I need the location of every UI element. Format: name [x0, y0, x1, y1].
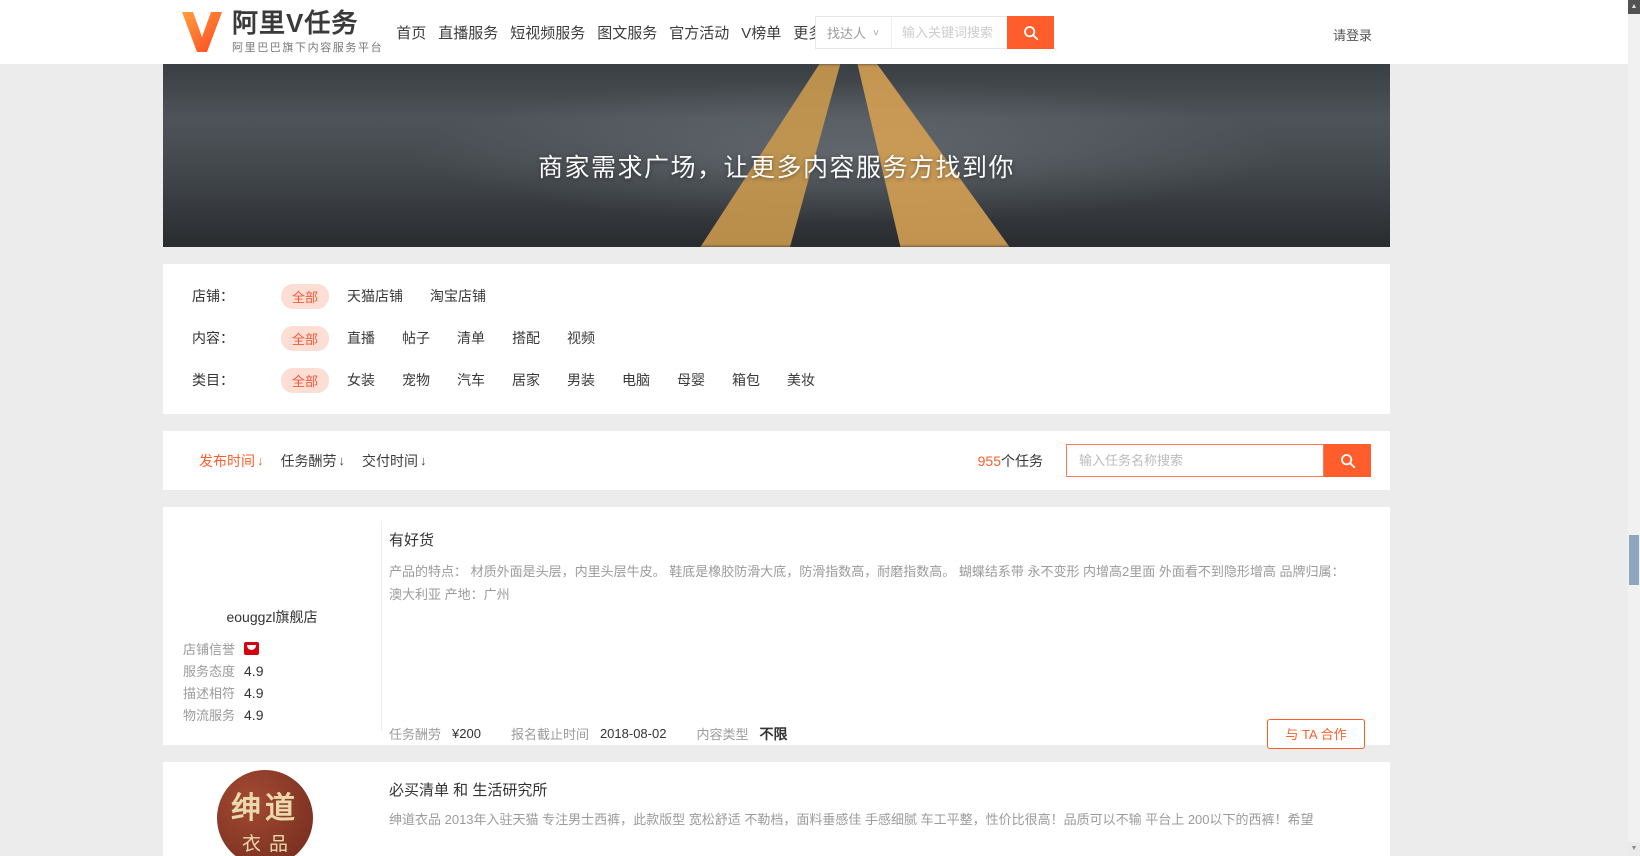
nav-item[interactable]: 图文服务: [597, 22, 657, 43]
store-avatar: 绅道 衣品: [217, 770, 313, 856]
task-description: 产品的特点： 材质外面是头层，内里头层牛皮。 鞋底是橡胶防滑大底，防滑指数高，耐…: [389, 560, 1347, 606]
sort-option-publish-time[interactable]: 发布时间↓: [199, 451, 264, 471]
hero-title: 商家需求广场，让更多内容服务方找到你: [163, 148, 1390, 184]
arrow-down-icon: ↓: [420, 453, 427, 468]
header-search: 找达人 ∨: [815, 16, 1054, 49]
filter-option[interactable]: 宠物: [402, 370, 430, 390]
nav-item[interactable]: 首页: [396, 22, 426, 43]
filter-label: 类目：: [192, 370, 281, 390]
filter-row-content: 内容： 全部 直播 帖子 清单 搭配 视频: [163, 317, 1390, 359]
v-logo-icon: [180, 10, 224, 54]
logo-title: 阿里V任务: [232, 9, 383, 37]
scrollbar[interactable]: ▲ ▼: [1628, 0, 1640, 856]
filter-option[interactable]: 箱包: [732, 370, 760, 390]
filter-option[interactable]: 天猫店铺: [347, 286, 403, 306]
search-icon: [1022, 24, 1040, 42]
filter-option[interactable]: 美妆: [787, 370, 815, 390]
filter-option[interactable]: 视频: [567, 328, 595, 348]
filter-option[interactable]: 淘宝店铺: [430, 286, 486, 306]
filter-option-all[interactable]: 全部: [281, 326, 329, 351]
filter-option[interactable]: 居家: [512, 370, 540, 390]
sort-bar: 发布时间↓ 任务酬劳↓ 交付时间↓ 955个任务: [163, 431, 1390, 490]
search-category-dropdown[interactable]: 找达人 ∨: [816, 17, 892, 48]
filter-option[interactable]: 女装: [347, 370, 375, 390]
page: 阿里V任务 阿里巴巴旗下内容服务平台 首页直播服务短视频服务图文服务官方活动 V榜…: [0, 0, 1640, 856]
header-search-input[interactable]: [892, 17, 1007, 48]
store-metric: 服务态度 4.9: [183, 660, 263, 681]
filter-option[interactable]: 直播: [347, 328, 375, 348]
task-description: 绅道衣品 2013年入驻天猫 专注男士西裤，此款版型 宽松舒适 不勒档，面料垂感…: [389, 808, 1347, 831]
chevron-down-icon: ∨: [872, 28, 880, 38]
task-card: eouggzl旗舰店 店铺信誉 服务态度 4.9 描述相符 4.9 物流服务 4…: [163, 507, 1390, 745]
filter-option[interactable]: 搭配: [512, 328, 540, 348]
nav-item[interactable]: 直播服务: [438, 22, 498, 43]
filter-option[interactable]: 清单: [457, 328, 485, 348]
login-link[interactable]: 请登录: [1333, 25, 1372, 44]
task-title[interactable]: 必买清单 和 生活研究所: [389, 779, 547, 800]
divider: [381, 521, 382, 731]
tmall-badge-icon: [244, 642, 259, 655]
task-search-input[interactable]: [1066, 444, 1324, 477]
sort-option-delivery-time[interactable]: 交付时间↓: [362, 451, 427, 471]
filter-row-category: 类目： 全部 女装 宠物 汽车 居家 男装 电脑 母婴 箱包 美妆: [163, 359, 1390, 401]
filter-option[interactable]: 母婴: [677, 370, 705, 390]
filter-row-shop: 店铺： 全部 天猫店铺 淘宝店铺: [163, 275, 1390, 317]
store-metric: 描述相符 4.9: [183, 682, 263, 703]
cooperate-button[interactable]: 与 TA 合作: [1267, 719, 1365, 749]
logo-subtitle: 阿里巴巴旗下内容服务平台: [232, 39, 383, 55]
task-deadline: 报名截止时间2018-08-02: [511, 724, 667, 743]
task-content-type: 内容类型不限: [696, 724, 787, 744]
main-nav: 首页直播服务短视频服务图文服务官方活动V榜单 更多∨: [396, 22, 834, 43]
hero-banner: 商家需求广场，让更多内容服务方找到你: [163, 64, 1390, 247]
top-navbar: 阿里V任务 阿里巴巴旗下内容服务平台 首页直播服务短视频服务图文服务官方活动 V榜…: [0, 0, 1640, 64]
sort-option-reward[interactable]: 任务酬劳↓: [281, 451, 346, 471]
filter-option[interactable]: 男装: [567, 370, 595, 390]
store-metric: 物流服务 4.9: [183, 704, 263, 725]
task-reward: 任务酬劳¥200: [389, 724, 481, 743]
arrow-down-icon: ↓: [339, 453, 346, 468]
store-reputation: 店铺信誉: [183, 638, 263, 659]
header-search-button[interactable]: [1007, 16, 1054, 49]
task-count: 955个任务: [978, 451, 1043, 471]
filter-option-all[interactable]: 全部: [281, 284, 329, 309]
task-search-button[interactable]: [1324, 444, 1371, 477]
filter-option[interactable]: 汽车: [457, 370, 485, 390]
nav-item[interactable]: 官方活动: [669, 22, 729, 43]
nav-item[interactable]: V榜单: [741, 22, 781, 43]
filter-option-all[interactable]: 全部: [281, 368, 329, 393]
filter-panel: 店铺： 全部 天猫店铺 淘宝店铺 内容： 全部 直播 帖子 清单 搭配 视频 类目： 全部…: [163, 264, 1390, 414]
task-title[interactable]: 有好货: [389, 529, 434, 550]
brand-logo[interactable]: 阿里V任务 阿里巴巴旗下内容服务平台: [180, 9, 383, 55]
search-icon: [1339, 452, 1357, 470]
filter-label: 店铺：: [192, 286, 281, 306]
task-search: [1066, 444, 1371, 477]
scroll-down-arrow-icon[interactable]: ▼: [1628, 842, 1640, 856]
store-name: eouggzl旗舰店: [163, 607, 381, 627]
nav-item[interactable]: 短视频服务: [510, 22, 585, 43]
filter-label: 内容：: [192, 328, 281, 348]
scroll-up-arrow-icon[interactable]: ▲: [1628, 0, 1640, 14]
task-card: 绅道 衣品 必买清单 和 生活研究所 绅道衣品 2013年入驻天猫 专注男士西裤…: [163, 762, 1390, 856]
arrow-down-icon: ↓: [257, 453, 264, 468]
filter-option[interactable]: 帖子: [402, 328, 430, 348]
scrollbar-thumb[interactable]: [1629, 535, 1639, 585]
filter-option[interactable]: 电脑: [622, 370, 650, 390]
